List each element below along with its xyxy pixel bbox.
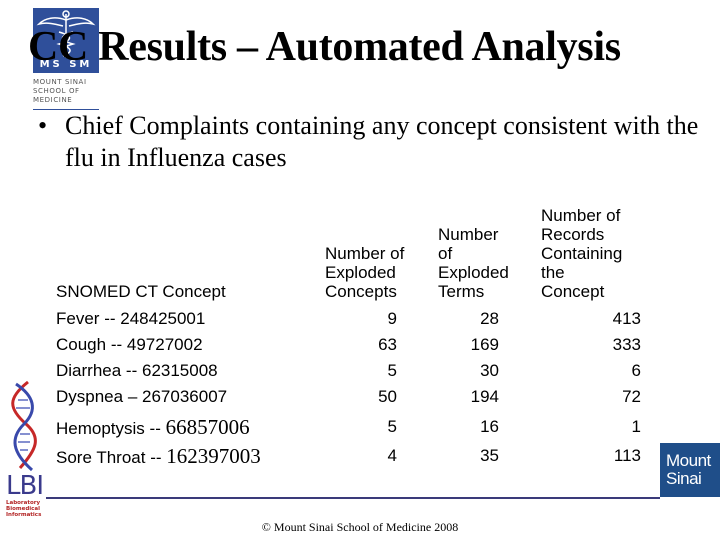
cell-concepts: 5 (387, 361, 397, 380)
snomed-code: 162397003 (166, 444, 261, 468)
header-exploded-concepts: Number of Exploded Concepts (325, 244, 405, 301)
row-concept-label: Sore Throat -- 162397003 (56, 446, 261, 468)
dna-helix-icon (11, 380, 37, 472)
row-concept-label: Hemoptysis -- 66857006 (56, 417, 250, 439)
cell-concepts: 63 (378, 335, 397, 354)
cell-concepts: 4 (387, 446, 397, 465)
concept-name: Fever (56, 309, 100, 328)
concept-name: Dyspnea (56, 387, 124, 406)
row-concept-label: Cough -- 49727002 (56, 335, 203, 355)
cell-records: 72 (622, 387, 641, 406)
cell-records: 6 (631, 361, 641, 380)
mount-sinai-line: Mount (666, 451, 711, 470)
cell-terms: 194 (470, 387, 499, 406)
bullet-symbol: • (38, 111, 48, 140)
copyright-footer: © Mount Sinai School of Medicine 2008 (261, 520, 459, 534)
concept-name: Diarrhea (56, 361, 122, 380)
cell-concepts: 5 (387, 417, 397, 436)
cell-concepts: 50 (378, 387, 397, 406)
cell-records: 1 (631, 417, 641, 436)
cell-records: 413 (612, 309, 641, 328)
header-concept: SNOMED CT Concept (56, 282, 226, 301)
concept-separator: -- (145, 448, 167, 467)
lbi-subtitle: Laboratory Biomedical Informatics (6, 500, 41, 518)
cell-terms: 169 (470, 335, 499, 354)
snomed-code: 267036007 (142, 387, 228, 406)
snomed-code: 66857006 (165, 415, 250, 439)
school-line: MEDICINE (33, 96, 73, 104)
concept-separator: -- (121, 361, 142, 380)
concept-separator: -- (106, 335, 127, 354)
concept-name: Sore Throat (56, 448, 146, 467)
row-concept-label: Diarrhea -- 62315008 (56, 361, 218, 381)
row-concept-label: Dyspnea – 267036007 (56, 387, 227, 407)
header-records: Number of Records Containing the Concept (541, 206, 623, 301)
concept-name: Cough (56, 335, 107, 354)
cell-records: 113 (613, 446, 641, 465)
concept-separator: -- (99, 309, 121, 328)
cell-terms: 30 (480, 361, 499, 380)
concept-separator: – (123, 387, 143, 406)
mount-sinai-line: Sinai (666, 469, 702, 488)
cell-concepts: 9 (387, 309, 397, 328)
cell-terms: 28 (480, 309, 499, 328)
cell-terms: 35 (480, 446, 499, 465)
lbi-logo: LBI Laboratory Biomedical Informatics (2, 378, 50, 520)
concept-name: Hemoptysis (56, 419, 145, 438)
school-line: MOUNT SINAI (33, 78, 87, 86)
header-exploded-terms: Number of Exploded Terms (438, 225, 509, 301)
school-line: SCHOOL OF (33, 87, 80, 95)
slide-title: CC Results – Automated Analysis (28, 24, 621, 70)
bullet-text: Chief Complaints containing any concept … (65, 111, 699, 172)
lbi-letters: LBI (6, 471, 44, 501)
mssm-school-name: MOUNT SINAI SCHOOL OF MEDICINE (33, 78, 99, 105)
snomed-code: 49727002 (126, 335, 203, 354)
lbi-sub-line: Informatics (6, 512, 42, 518)
snomed-code: 248425001 (120, 309, 206, 328)
row-concept-label: Fever -- 248425001 (56, 309, 205, 329)
snomed-code: 62315008 (141, 361, 218, 380)
mount-sinai-logo: Mount Sinai (660, 443, 720, 497)
bottom-divider (46, 497, 660, 499)
cell-records: 333 (612, 335, 641, 354)
cell-terms: 16 (480, 417, 499, 436)
concept-separator: -- (144, 419, 166, 438)
